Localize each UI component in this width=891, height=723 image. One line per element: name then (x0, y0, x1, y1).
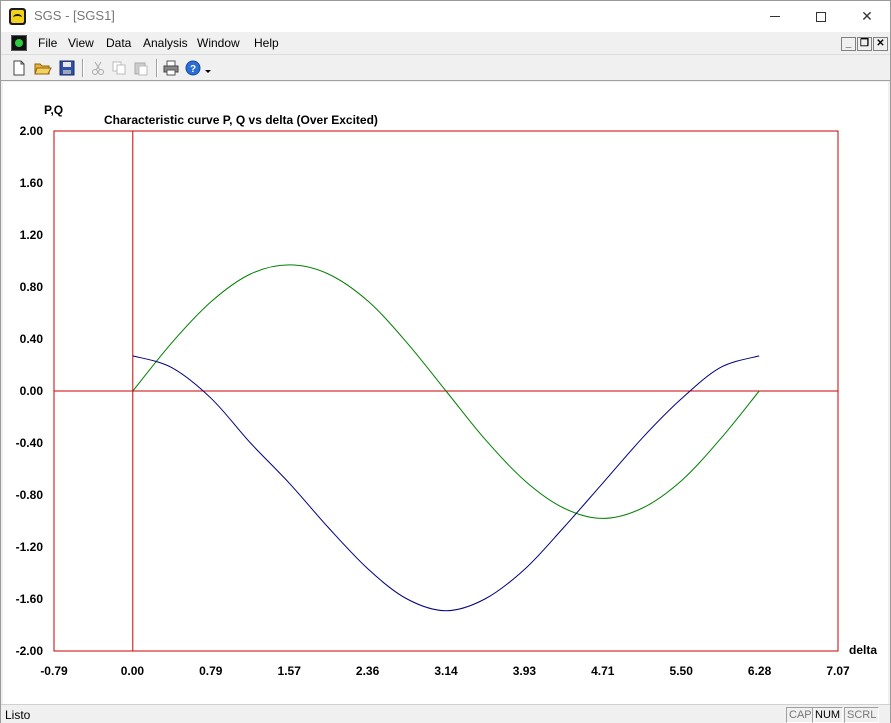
print-button[interactable] (161, 58, 181, 78)
x-tick-label: -0.79 (40, 664, 68, 678)
caps-lock-indicator: CAP (786, 707, 815, 723)
x-tick-label: 7.07 (826, 664, 850, 678)
chart-view[interactable]: Characteristic curve P, Q vs delta (Over… (3, 82, 888, 704)
cut-button[interactable] (88, 58, 108, 78)
chevron-down-icon (205, 70, 211, 73)
maximize-button[interactable] (798, 1, 844, 32)
title-bar[interactable]: SGS - [SGS1] ✕ (1, 1, 890, 32)
menu-data[interactable]: Data (106, 36, 131, 50)
help-button[interactable]: ? (183, 58, 203, 78)
save-icon (59, 60, 75, 76)
document-icon[interactable] (11, 35, 27, 51)
num-lock-indicator: NUM (812, 707, 844, 723)
open-icon (34, 63, 52, 75)
minimize-button[interactable] (752, 1, 798, 32)
app-logo-icon[interactable] (9, 8, 26, 25)
mdi-restore-button[interactable]: ❐ (857, 37, 872, 51)
mdi-close-button[interactable]: ✕ (873, 37, 888, 51)
x-tick-labels: -0.79 0.00 0.79 1.57 2.36 3.14 3.93 4.71 5.50 6.2… (40, 664, 850, 678)
print-icon (163, 60, 179, 76)
save-button[interactable] (57, 58, 77, 78)
new-button[interactable] (9, 58, 29, 78)
x-tick-label: 0.79 (199, 664, 223, 678)
menu-window[interactable]: Window (197, 36, 240, 50)
x-axis-label: delta (849, 643, 877, 657)
x-tick-label: 3.93 (513, 664, 537, 678)
open-button[interactable] (33, 58, 53, 78)
status-bar: Listo CAP NUM SCRL (1, 704, 890, 723)
menu-view[interactable]: View (68, 36, 94, 50)
y-tick-label: -0.80 (16, 488, 44, 502)
window-title: SGS - [SGS1] (34, 8, 115, 23)
menu-analysis[interactable]: Analysis (143, 36, 188, 50)
help-dropdown-button[interactable] (202, 58, 214, 78)
series-line-2 (132, 355, 760, 612)
x-tick-label: 0.00 (121, 664, 145, 678)
new-icon (13, 60, 25, 76)
menu-help[interactable]: Help (254, 36, 279, 50)
status-message: Listo (5, 708, 31, 722)
copy-button[interactable] (109, 58, 129, 78)
toolbar: ? (1, 54, 890, 81)
menu-file[interactable]: File (38, 36, 57, 50)
chart-canvas: Characteristic curve P, Q vs delta (Over… (16, 103, 878, 678)
y-tick-label: 0.00 (20, 384, 44, 398)
cut-icon (92, 61, 104, 75)
series-group (132, 264, 760, 612)
y-tick-label: 2.00 (20, 124, 44, 138)
help-icon: ? (185, 60, 201, 76)
paste-button[interactable] (131, 58, 151, 78)
y-tick-label: 0.40 (20, 332, 44, 346)
y-tick-label: -1.20 (16, 540, 44, 554)
close-icon: ✕ (861, 8, 873, 24)
chart-title: Characteristic curve P, Q vs delta (Over… (104, 113, 378, 127)
y-tick-label: -2.00 (16, 644, 44, 658)
y-tick-label: -0.40 (16, 436, 44, 450)
y-axis-label: P,Q (44, 103, 63, 117)
toolbar-separator (156, 59, 158, 77)
copy-icon (112, 61, 126, 75)
svg-text:?: ? (190, 64, 196, 75)
x-tick-label: 5.50 (670, 664, 694, 678)
y-tick-label: 1.20 (20, 228, 44, 242)
minimize-icon (770, 16, 780, 17)
x-tick-label: 6.28 (748, 664, 772, 678)
maximize-icon (816, 11, 826, 22)
x-tick-label: 1.57 (278, 664, 302, 678)
paste-icon (134, 62, 148, 76)
scroll-lock-indicator: SCRL (844, 707, 880, 723)
mdi-controls: _ ❐ ✕ (841, 37, 888, 51)
y-tick-label: -1.60 (16, 592, 44, 606)
toolbar-separator (82, 59, 84, 77)
menu-bar: File View Data Analysis Window Help _ ❐ … (1, 32, 890, 54)
close-button[interactable]: ✕ (844, 1, 890, 32)
x-tick-label: 4.71 (591, 664, 615, 678)
x-tick-label: 3.14 (434, 664, 458, 678)
y-tick-label: 1.60 (20, 176, 44, 190)
y-tick-label: 0.80 (20, 280, 44, 294)
y-tick-labels: 2.00 1.60 1.20 0.80 0.40 0.00 -0.40 -0.80 -1.20 -… (16, 124, 44, 658)
series-line-1 (132, 264, 760, 519)
x-tick-label: 2.36 (356, 664, 380, 678)
application-window: SGS - [SGS1] ✕ File View Data Analysis W… (0, 0, 891, 723)
mdi-minimize-button[interactable]: _ (841, 37, 856, 51)
